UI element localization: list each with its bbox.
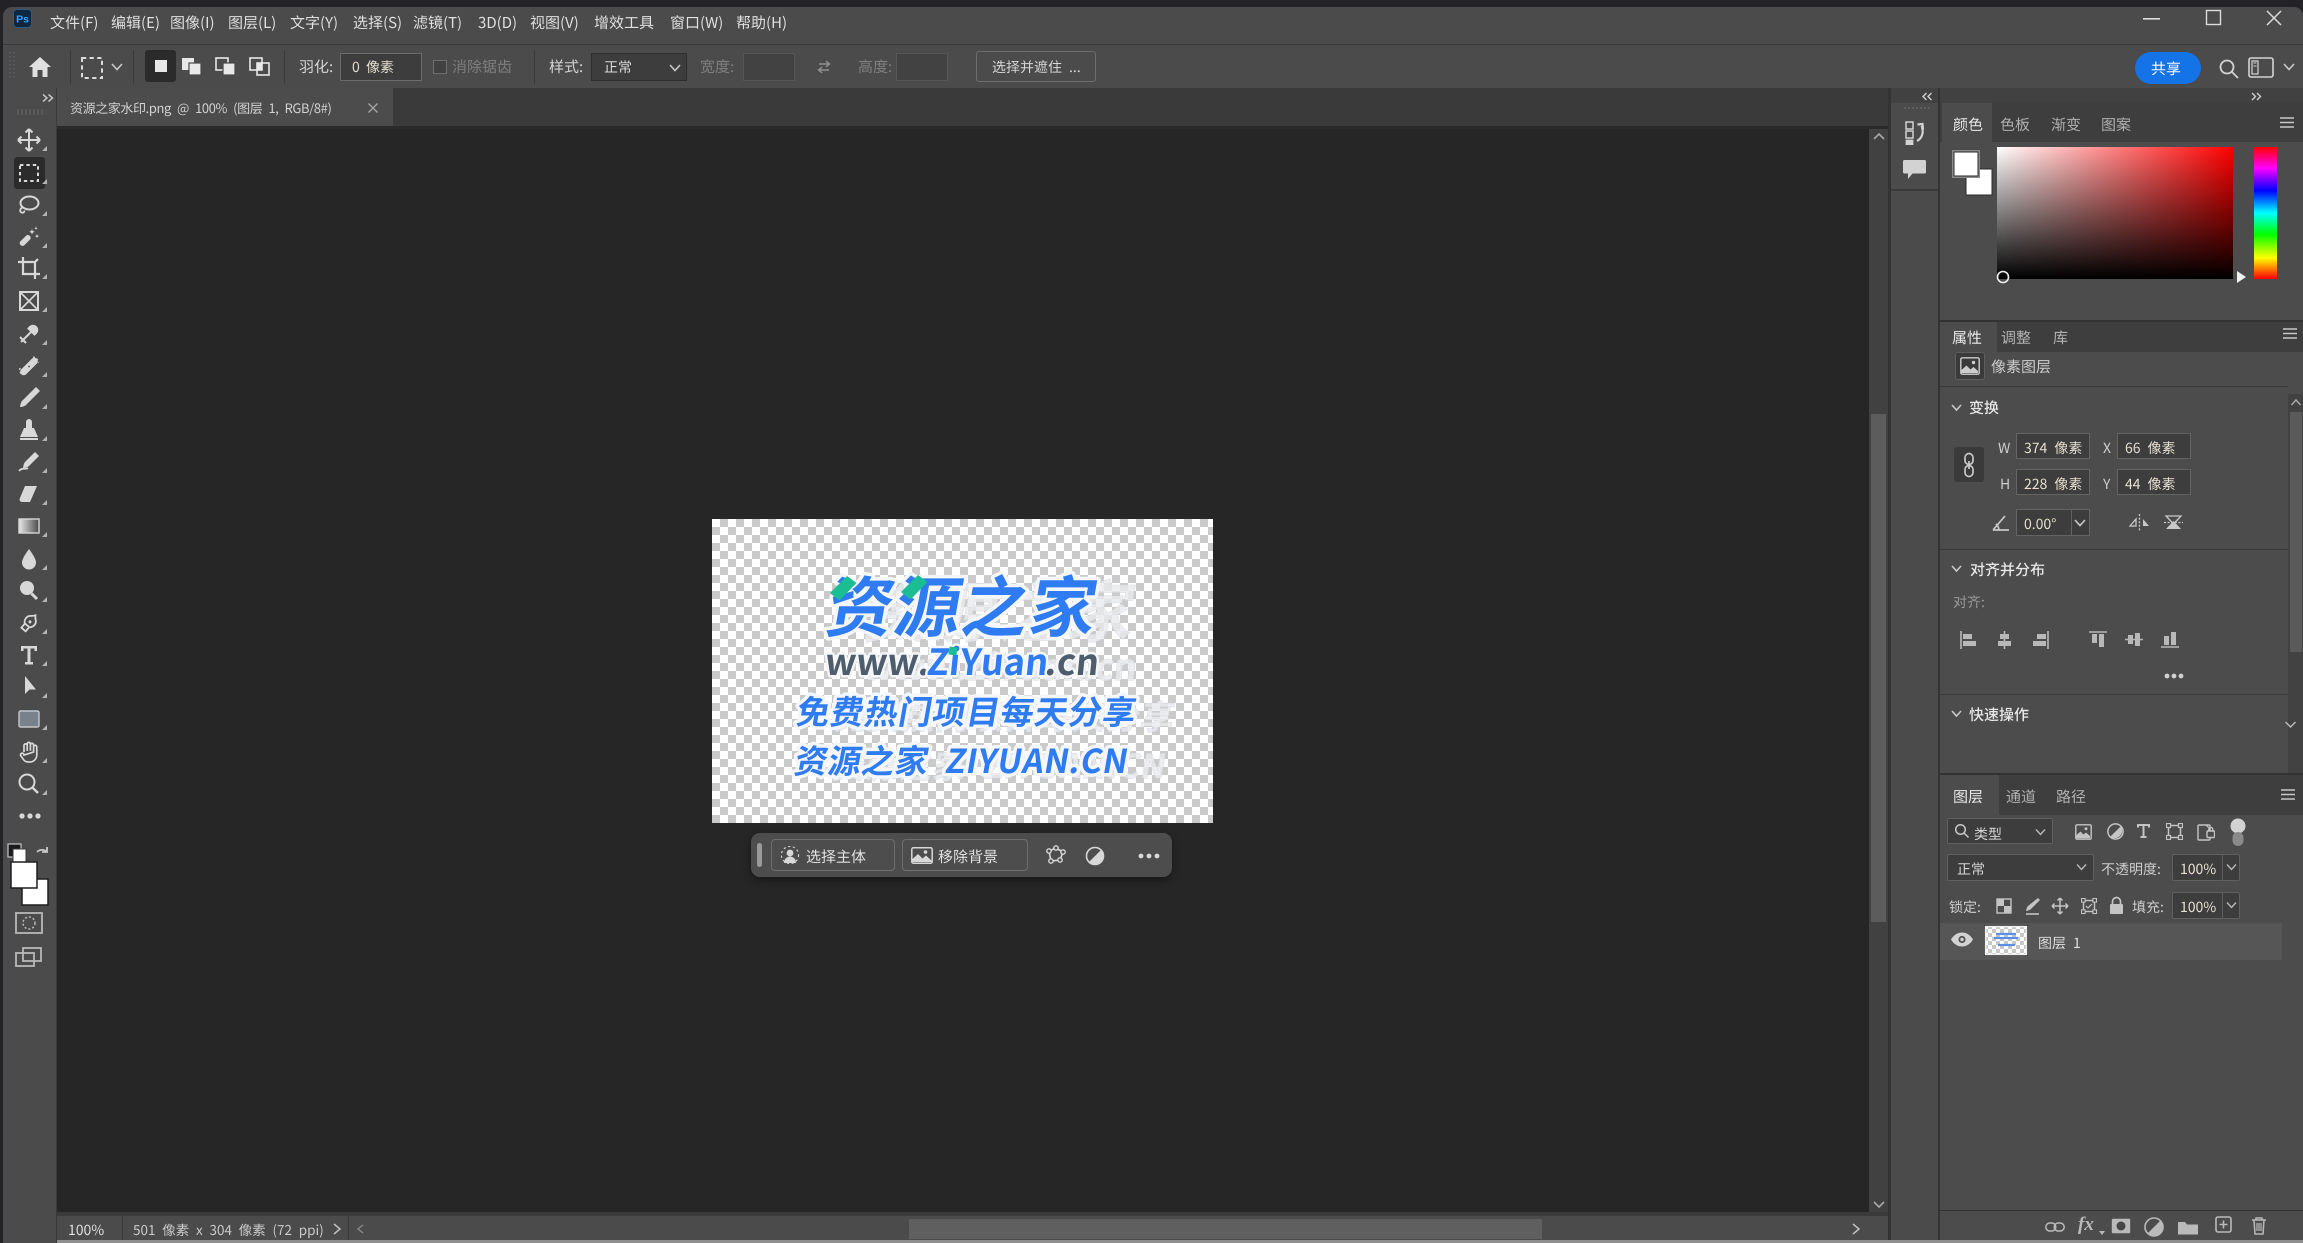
svg-text:Ps: Ps <box>16 14 29 26</box>
